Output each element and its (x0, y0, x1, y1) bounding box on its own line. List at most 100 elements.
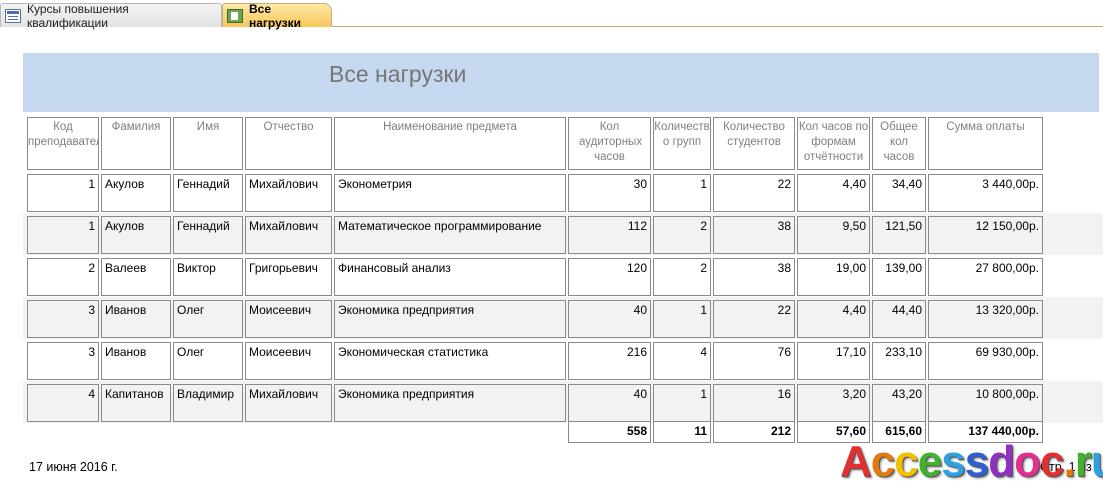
watermark-letter: A (840, 437, 872, 486)
watermark-letter: u (1091, 437, 1103, 486)
watermark-letter: s (964, 437, 990, 486)
watermark-letter: e (917, 437, 943, 486)
cell-name: Геннадий (173, 174, 243, 212)
cell-aud-hours: 216 (568, 342, 651, 380)
tab-courses-form[interactable]: Курсы повышения квалификации (0, 2, 222, 30)
col-header-patronymic: Отчество (245, 117, 332, 170)
cell-total-hours: 139,00 (872, 258, 926, 296)
cell-subject: Экономическая статистика (334, 342, 566, 380)
cell-payment: 27 800,00р. (928, 258, 1043, 296)
cell-patronymic: Моисеевич (245, 342, 332, 380)
col-header-code: Код преподавателя (27, 117, 99, 170)
cell-groups: 2 (653, 216, 711, 254)
col-header-surname: Фамилия (101, 117, 171, 170)
cell-form-hours: 4,40 (797, 300, 870, 338)
cell-aud-hours: 112 (568, 216, 651, 254)
cell-form-hours: 4,40 (797, 174, 870, 212)
cell-patronymic: Михайлович (245, 174, 332, 212)
cell-surname: Иванов (101, 342, 171, 380)
cell-name: Олег (173, 300, 243, 338)
cell-payment: 69 930,00р. (928, 342, 1043, 380)
watermark-letter: . (1063, 437, 1075, 486)
cell-groups: 4 (653, 342, 711, 380)
cell-groups: 1 (653, 384, 711, 422)
col-header-name: Имя (173, 117, 243, 170)
cell-aud-hours: 40 (568, 300, 651, 338)
cell-form-hours: 3,20 (797, 384, 870, 422)
cell-students: 16 (713, 384, 795, 422)
cell-total-hours: 34,40 (872, 174, 926, 212)
cell-name: Владимир (173, 384, 243, 422)
watermark-letter: c (894, 437, 919, 486)
col-header-form-hours: Кол часов по формам отчётности (797, 117, 870, 170)
cell-total-hours: 233,10 (872, 342, 926, 380)
accessdoc-watermark-logo: Accessdoc.ru (840, 440, 1103, 484)
cell-name: Виктор (173, 258, 243, 296)
total-students: 212 (713, 421, 795, 443)
cell-surname: Капитанов (101, 384, 171, 422)
cell-code: 3 (27, 300, 99, 338)
form-icon (5, 8, 21, 23)
cell-subject: Эконометрия (334, 174, 566, 212)
cell-payment: 12 150,00р. (928, 216, 1043, 254)
cell-total-hours: 43,20 (872, 384, 926, 422)
cell-aud-hours: 120 (568, 258, 651, 296)
col-header-students: Количество студентов (713, 117, 795, 170)
document-tab-bar: Курсы повышения квалификации Все нагрузк… (0, 0, 1103, 30)
cell-surname: Валеев (101, 258, 171, 296)
cell-patronymic: Моисеевич (245, 300, 332, 338)
cell-subject: Финансовый анализ (334, 258, 566, 296)
col-header-groups: Количество групп (653, 117, 711, 170)
cell-surname: Акулов (101, 216, 171, 254)
col-header-aud-hours: Кол аудиторных часов (568, 117, 651, 170)
cell-students: 22 (713, 300, 795, 338)
cell-groups: 1 (653, 300, 711, 338)
cell-surname: Иванов (101, 300, 171, 338)
cell-students: 76 (713, 342, 795, 380)
col-header-subject: Наименование предмета (334, 117, 566, 170)
total-groups: 11 (653, 421, 711, 443)
watermark-letter: r (1074, 437, 1092, 486)
cell-students: 38 (713, 258, 795, 296)
report-title: Все нагрузки (329, 61, 467, 87)
watermark-letter: c (1039, 437, 1065, 486)
cell-students: 22 (713, 174, 795, 212)
cell-total-hours: 44,40 (872, 300, 926, 338)
cell-groups: 1 (653, 174, 711, 212)
col-header-total-hours: Общее кол часов (872, 117, 926, 170)
cell-subject: Экономика предприятия (334, 384, 566, 422)
cell-groups: 2 (653, 258, 711, 296)
cell-patronymic: Михайлович (245, 216, 332, 254)
cell-students: 38 (713, 216, 795, 254)
cell-name: Геннадий (173, 216, 243, 254)
cell-form-hours: 9,50 (797, 216, 870, 254)
watermark-letter: c (870, 437, 896, 486)
total-aud-hours: 558 (568, 421, 651, 443)
cell-code: 1 (27, 216, 99, 254)
cell-surname: Акулов (101, 174, 171, 212)
cell-code: 1 (27, 174, 99, 212)
cell-payment: 13 320,00р. (928, 300, 1043, 338)
cell-patronymic: Михайлович (245, 384, 332, 422)
cell-payment: 10 800,00р. (928, 384, 1043, 422)
cell-name: Олег (173, 342, 243, 380)
cell-code: 3 (27, 342, 99, 380)
watermark-letter: d (988, 437, 1015, 486)
tab-label: Все нагрузки (249, 1, 301, 30)
tab-all-loads-report[interactable]: Все нагрузки (222, 1, 332, 30)
cell-code: 2 (27, 258, 99, 296)
cell-patronymic: Григорьевич (245, 258, 332, 296)
report-icon (227, 8, 243, 23)
cell-subject: Математическое программирование (334, 216, 566, 254)
watermark-letter: o (1014, 437, 1041, 486)
cell-aud-hours: 30 (568, 174, 651, 212)
watermark-letter: s (941, 437, 966, 486)
cell-subject: Экономика предприятия (334, 300, 566, 338)
cell-form-hours: 19,00 (797, 258, 870, 296)
col-header-payment: Сумма оплаты (928, 117, 1043, 170)
report-date: 17 июня 2016 г. (29, 460, 118, 474)
cell-code: 4 (27, 384, 99, 422)
cell-form-hours: 17,10 (797, 342, 870, 380)
cell-total-hours: 121,50 (872, 216, 926, 254)
cell-payment: 3 440,00р. (928, 174, 1043, 212)
